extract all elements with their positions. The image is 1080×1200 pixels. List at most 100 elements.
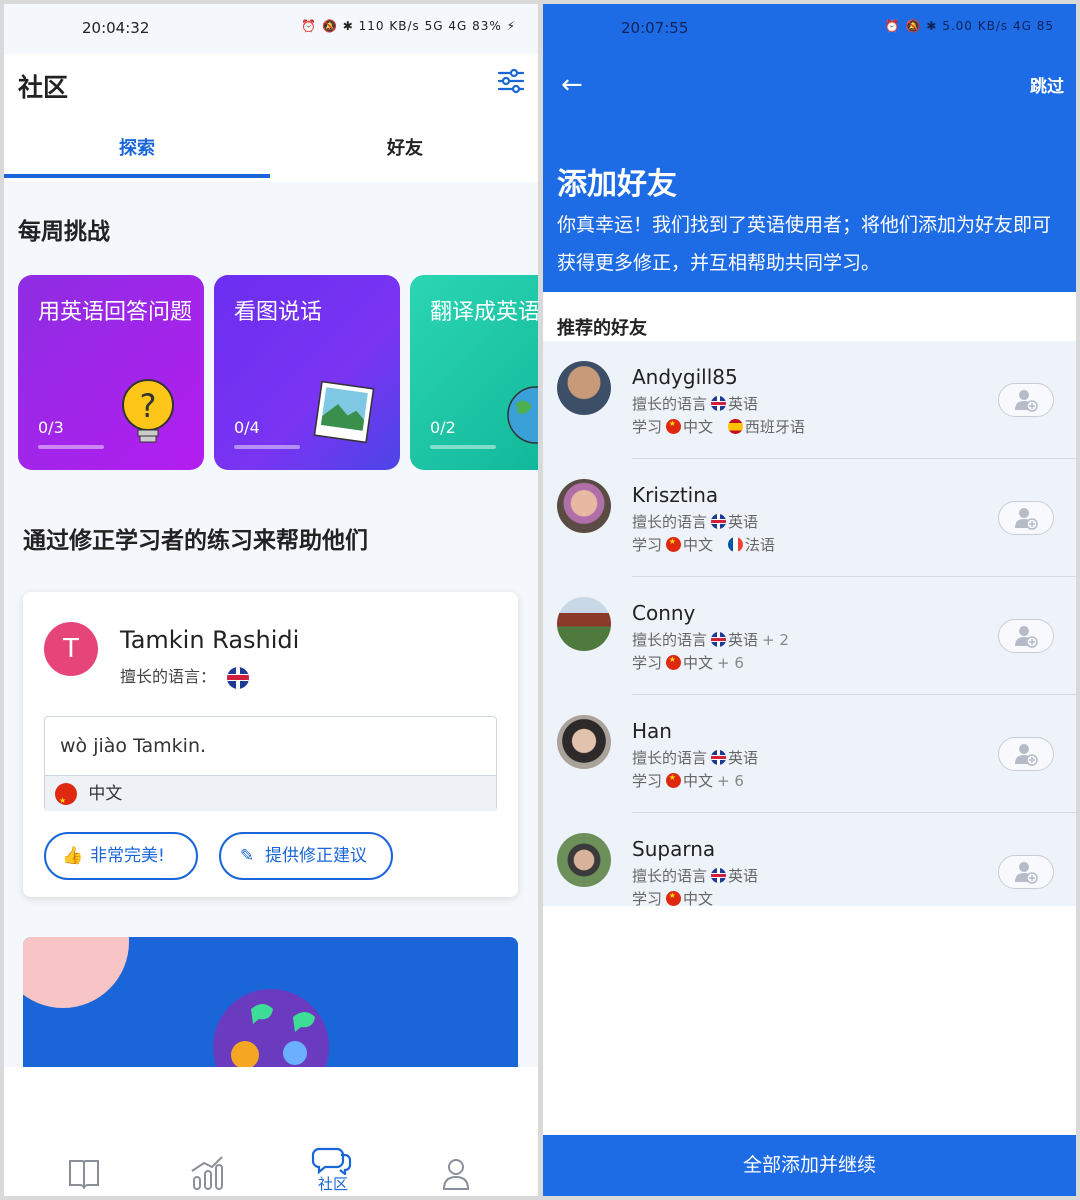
uk-flag-icon bbox=[711, 632, 727, 647]
challenge-progress-bar bbox=[234, 445, 300, 449]
answer-language: 中文 bbox=[45, 775, 496, 811]
learns-label: 学习 bbox=[632, 418, 663, 436]
profile-icon[interactable] bbox=[426, 1153, 486, 1193]
skip-button[interactable]: 跳过 bbox=[1030, 72, 1064, 97]
china-flag-icon bbox=[666, 537, 682, 552]
add-user-icon bbox=[1015, 390, 1038, 412]
svg-text:?: ? bbox=[140, 387, 157, 425]
speaks-label: 擅长的语言 bbox=[632, 631, 708, 649]
avatar[interactable] bbox=[557, 479, 611, 533]
perfect-button-label: 非常完美! bbox=[90, 846, 165, 866]
friend-learns: 学习 中文 西班牙语 bbox=[632, 416, 805, 437]
header: 社区 探索 好友 bbox=[4, 54, 538, 182]
add-friend-button[interactable] bbox=[998, 855, 1054, 889]
friend-speaks: 擅长的语言 英语 bbox=[632, 393, 758, 414]
friend-name: Han bbox=[632, 719, 672, 743]
add-friend-button[interactable] bbox=[998, 619, 1054, 653]
learns-language: 中文 bbox=[683, 654, 714, 672]
challenge-card-picture[interactable]: 看图说话 0/4 bbox=[214, 275, 400, 470]
learns-language-2: 西班牙语 bbox=[744, 418, 805, 436]
friend-name: Suparna bbox=[632, 837, 716, 861]
friend-list: Andygill85 擅长的语言英语 学习中文 西班牙语 Krisztina 擅… bbox=[543, 341, 1076, 908]
status-icons: ⏰ 🔕 ✱ 5.00 KB/s 4G 85 bbox=[884, 19, 1054, 33]
add-user-icon bbox=[1015, 626, 1038, 648]
challenge-card-translate[interactable]: 翻译成英语 0/2 bbox=[410, 275, 538, 470]
weekly-challenge-title: 每周挑战 bbox=[18, 219, 110, 245]
learns-label: 学习 bbox=[632, 654, 663, 672]
learns-language: 中文 bbox=[683, 890, 714, 908]
challenge-progress-bar bbox=[430, 445, 496, 449]
uk-flag-icon bbox=[711, 396, 727, 411]
add-user-icon bbox=[1015, 862, 1038, 884]
speaks-language: 英语 bbox=[728, 867, 759, 885]
avatar[interactable] bbox=[557, 833, 611, 887]
friend-item: Suparna 擅长的语言 英语 学习 中文 bbox=[543, 813, 1076, 931]
learns-label: 学习 bbox=[632, 536, 663, 554]
bottom-navigation: 社区 bbox=[4, 1067, 538, 1196]
user-name[interactable]: Tamkin Rashidi bbox=[120, 626, 299, 654]
suggest-correction-button[interactable]: ✎ 提供修正建议 bbox=[219, 832, 393, 880]
pencil-icon: ✎ bbox=[239, 846, 255, 866]
speaks-language: 英语 bbox=[728, 395, 759, 413]
promo-banner[interactable] bbox=[23, 937, 518, 1072]
book-icon[interactable] bbox=[54, 1153, 114, 1193]
china-flag-icon bbox=[666, 419, 682, 434]
avatar[interactable] bbox=[557, 361, 611, 415]
china-flag-icon bbox=[666, 773, 682, 788]
uk-flag-icon bbox=[711, 514, 727, 529]
photo-icon bbox=[313, 380, 375, 444]
add-friend-button[interactable] bbox=[998, 737, 1054, 771]
friend-item: Conny 擅长的语言 英语+ 2 学习 中文+ 6 bbox=[543, 577, 1076, 695]
nav-community[interactable]: 社区 bbox=[303, 1143, 363, 1195]
uk-flag-icon bbox=[711, 750, 727, 765]
add-all-continue-button[interactable]: 全部添加并继续 bbox=[543, 1135, 1076, 1196]
speaks-label: 擅长的语言 bbox=[632, 867, 708, 885]
challenge-title: 用英语回答问题 bbox=[38, 300, 193, 325]
page-subtitle: 你真幸运！我们找到了英语使用者；将他们添加为好友即可获得更多修正，并互相帮助共同… bbox=[557, 214, 1052, 274]
community-illustration bbox=[23, 937, 329, 1072]
speaks-label: 擅长的语言 bbox=[632, 749, 708, 767]
challenge-progress: 0/3 bbox=[38, 418, 64, 437]
friend-item: Andygill85 擅长的语言 英语 学习 中文 西班牙语 bbox=[543, 341, 1076, 459]
friend-learns: 学习 中文 法语 bbox=[632, 534, 775, 555]
community-screen: 20:04:32 ⏰ 🔕 ✱ 110 KB/s 5G 4G 83% ⚡ 社区 探… bbox=[4, 4, 538, 1196]
answer-language-label: 中文 bbox=[88, 784, 123, 804]
status-icons: ⏰ 🔕 ✱ 110 KB/s 5G 4G 83% ⚡ bbox=[301, 19, 516, 33]
add-user-icon bbox=[1015, 508, 1038, 530]
correction-card: T Tamkin Rashidi 擅长的语言： wò jiào Tamkin. … bbox=[23, 592, 518, 897]
lightbulb-icon: ? bbox=[122, 379, 174, 443]
filter-icon[interactable] bbox=[496, 66, 526, 96]
back-arrow-icon[interactable]: ← bbox=[561, 70, 583, 100]
challenge-progress-bar bbox=[38, 445, 104, 449]
friend-learns: 学习 中文+ 6 bbox=[632, 770, 744, 791]
avatar[interactable] bbox=[557, 597, 611, 651]
active-tab-indicator bbox=[4, 174, 270, 178]
recommended-friends-title: 推荐的好友 bbox=[557, 318, 647, 339]
suggest-button-label: 提供修正建议 bbox=[265, 846, 367, 866]
avatar[interactable]: T bbox=[44, 622, 98, 676]
friend-item: Han 擅长的语言 英语 学习 中文+ 6 bbox=[543, 695, 1076, 813]
perfect-button[interactable]: 👍 非常完美! bbox=[44, 832, 198, 880]
user-language: 擅长的语言： bbox=[120, 663, 250, 689]
learns-label: 学习 bbox=[632, 890, 663, 908]
chat-bubbles-icon bbox=[311, 1147, 352, 1177]
learns-language: 中文 bbox=[683, 772, 714, 790]
avatar[interactable] bbox=[557, 715, 611, 769]
page-title: 社区 bbox=[18, 73, 69, 102]
add-friends-header: 20:07:55 ⏰ 🔕 ✱ 5.00 KB/s 4G 85 ← 跳过 添加好友… bbox=[543, 4, 1076, 292]
language-label: 擅长的语言： bbox=[120, 667, 217, 686]
progress-chart-icon[interactable] bbox=[178, 1153, 238, 1193]
challenge-progress: 0/2 bbox=[430, 418, 456, 437]
speaks-language: 英语 bbox=[728, 513, 759, 531]
speaks-label: 擅长的语言 bbox=[632, 395, 708, 413]
status-bar: 20:07:55 ⏰ 🔕 ✱ 5.00 KB/s 4G 85 bbox=[543, 4, 1076, 54]
tab-friends[interactable]: 好友 bbox=[272, 134, 538, 182]
add-friend-button[interactable] bbox=[998, 501, 1054, 535]
friend-speaks: 擅长的语言 英语 + 2 bbox=[632, 629, 789, 650]
spain-flag-icon bbox=[727, 419, 743, 434]
add-friends-screen: 20:07:55 ⏰ 🔕 ✱ 5.00 KB/s 4G 85 ← 跳过 添加好友… bbox=[543, 4, 1076, 1196]
china-flag-icon bbox=[666, 891, 682, 906]
challenge-card-answer[interactable]: 用英语回答问题 0/3 ? bbox=[18, 275, 204, 470]
add-friend-button[interactable] bbox=[998, 383, 1054, 417]
china-flag-icon bbox=[666, 655, 682, 670]
